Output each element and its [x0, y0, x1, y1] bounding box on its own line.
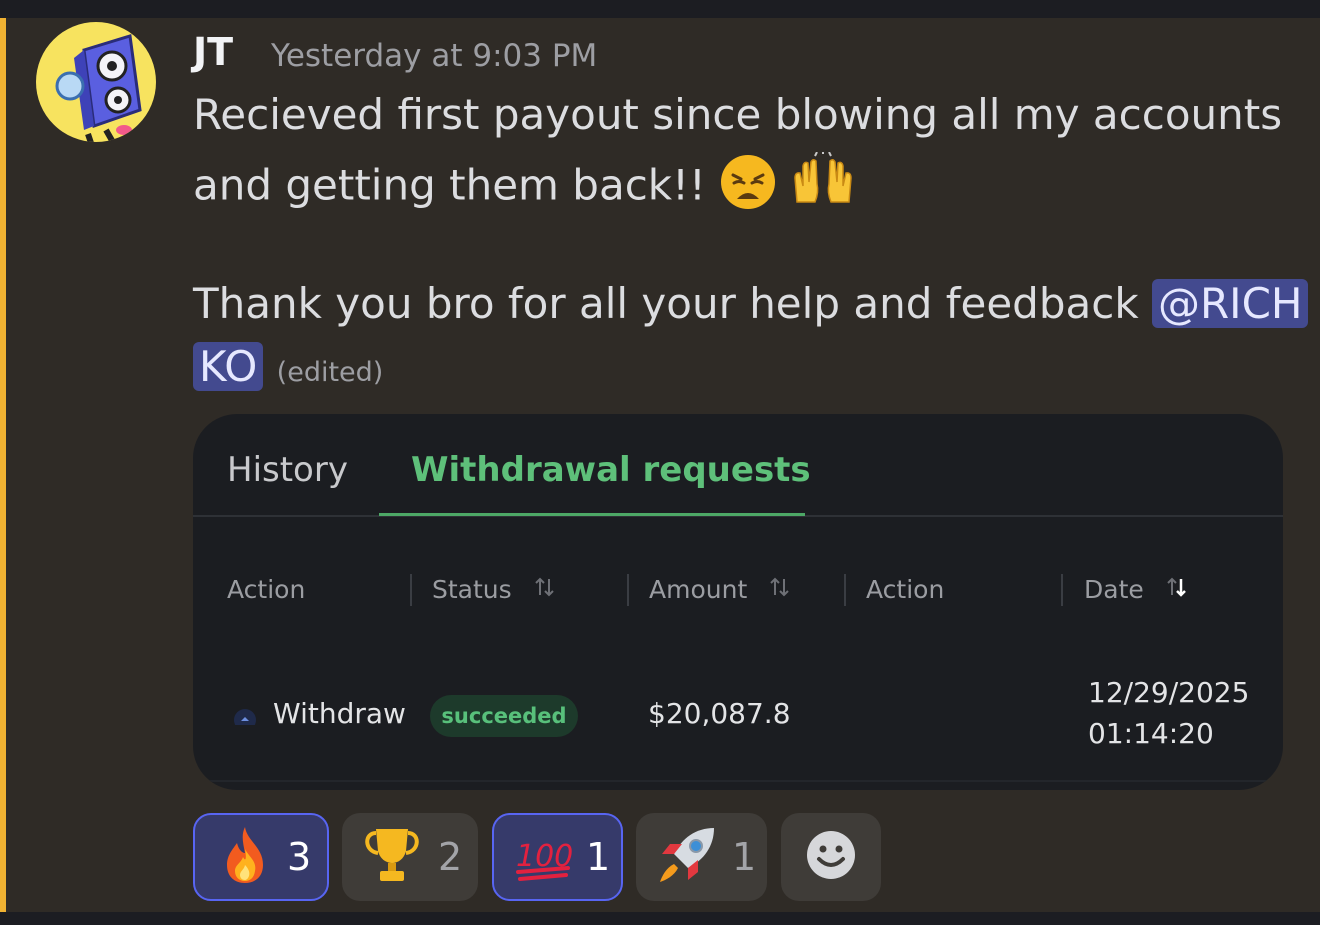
row-divider	[193, 780, 1283, 782]
tab-history[interactable]: History	[227, 448, 348, 492]
message-line-3-row: Thank you bro for all your help and feed…	[193, 278, 1309, 330]
attached-image[interactable]: History Withdrawal requests Action Statu…	[193, 414, 1283, 790]
withdraw-direction-icon	[233, 697, 257, 735]
rocket-emoji	[656, 824, 718, 890]
raising-hands-emoji	[791, 150, 855, 224]
sort-icon[interactable]	[769, 575, 791, 607]
author-name[interactable]: JT	[193, 28, 233, 76]
column-header-status-label: Status	[432, 575, 512, 604]
user-mention-continued[interactable]: KO	[193, 342, 264, 391]
sort-icon[interactable]	[534, 575, 556, 607]
reaction-count: 3	[287, 835, 312, 879]
column-header-amount-label: Amount	[649, 575, 748, 604]
column-header-action: Action	[227, 575, 306, 604]
chat-message: JT Yesterday at 9:03 PM Recieved first p…	[0, 18, 1320, 912]
column-header-date-label: Date	[1084, 575, 1144, 604]
column-separator	[1061, 574, 1063, 606]
top-divider	[0, 0, 1320, 18]
column-header-amount[interactable]: Amount	[649, 574, 791, 607]
column-header-action-2: Action	[866, 575, 945, 604]
highlight-accent-bar	[0, 18, 6, 912]
reaction-trophy[interactable]: 2	[342, 813, 478, 901]
speaker-mascot-icon	[55, 34, 142, 142]
edited-label: (edited)	[276, 357, 384, 388]
message-line-3: Thank you bro for all your help and feed…	[193, 279, 1139, 328]
column-header-status[interactable]: Status	[432, 574, 556, 607]
message-timestamp: Yesterday at 9:03 PM	[271, 38, 598, 74]
row-action: Withdraw	[273, 697, 406, 730]
status-badge: succeeded	[430, 695, 578, 737]
tab-withdrawal-requests[interactable]: Withdrawal requests	[411, 448, 811, 492]
message-line-4-row: KO (edited)	[193, 341, 383, 399]
reaction-count: 2	[438, 835, 463, 879]
row-amount: $20,087.8	[648, 697, 791, 730]
fire-emoji	[217, 825, 273, 889]
reaction-rocket[interactable]: 1	[636, 813, 767, 901]
hundred-points-emoji: 100	[514, 826, 573, 888]
column-separator	[627, 574, 629, 606]
sort-desc-icon[interactable]	[1166, 575, 1188, 607]
reaction-fire[interactable]: 3	[193, 813, 329, 901]
add-reaction-button[interactable]	[781, 813, 881, 901]
message-line-1: Recieved first payout since blowing all …	[193, 90, 1283, 139]
reaction-hundred[interactable]: 100 1	[492, 813, 623, 901]
column-separator	[410, 574, 412, 606]
weary-face-emoji	[719, 153, 777, 223]
bottom-divider	[0, 912, 1320, 925]
message-line-2-row: and getting them back!!	[193, 150, 855, 224]
column-separator	[844, 574, 846, 606]
reaction-count: 1	[732, 835, 757, 879]
column-header-date[interactable]: Date	[1084, 574, 1188, 607]
reaction-count: 1	[586, 835, 611, 879]
user-avatar[interactable]	[36, 22, 156, 142]
row-time: 01:14:20	[1088, 717, 1214, 750]
user-mention[interactable]: @RICH	[1152, 279, 1309, 328]
message-line-2: and getting them back!!	[193, 160, 706, 210]
row-date: 12/29/2025	[1088, 676, 1250, 709]
trophy-emoji	[360, 825, 424, 889]
add-reaction-smiley-icon	[805, 829, 857, 885]
active-tab-indicator	[379, 513, 805, 516]
